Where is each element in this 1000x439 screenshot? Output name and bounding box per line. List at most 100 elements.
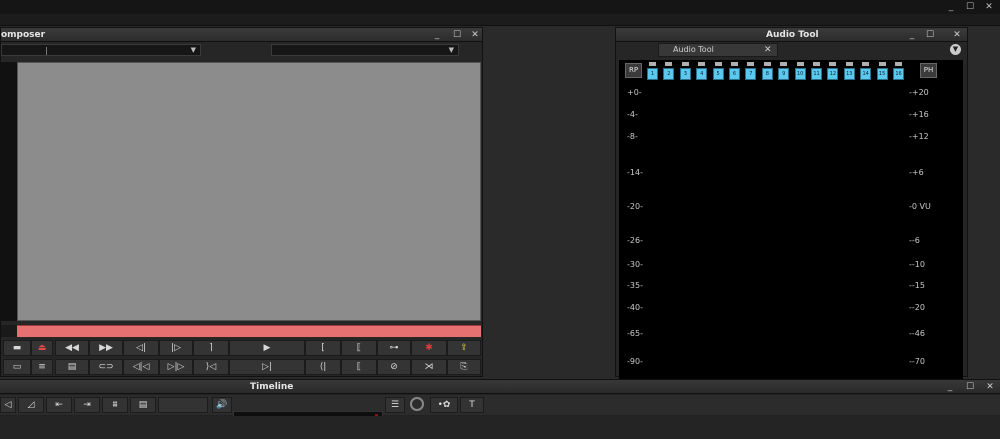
right-scale-label: -+20 bbox=[909, 88, 929, 97]
timeline-panel: Timeline _ ☐ ✕ ◁ ◿ ⇤ ⇥ ⩩ ▤ 🔊 ☰ •✿ T bbox=[0, 379, 1000, 439]
record-dropdown[interactable]: ▼ bbox=[271, 44, 459, 56]
transport-row-2: ▭ ≡ ▤ ⊂⊃ ◁|◁ ▷|▷ ⟩◁ ▷| ⟨| ⟦ ⊘ ⋊ ⎘ bbox=[1, 358, 482, 376]
step-forward-button[interactable]: |▷ bbox=[159, 340, 193, 356]
menu-strip bbox=[0, 14, 1000, 26]
lift-overwrite-icon[interactable]: ◿ bbox=[18, 397, 44, 413]
channel-lock-indicator bbox=[829, 62, 837, 66]
go-to-in-button[interactable]: ⟨| bbox=[305, 359, 341, 375]
timeline-track-area[interactable] bbox=[0, 416, 1000, 439]
list-icon[interactable]: ☰ bbox=[385, 397, 405, 413]
left-scale-label: -30- bbox=[627, 260, 643, 269]
composer-close-button[interactable]: ✕ bbox=[469, 29, 481, 41]
channel-button-2[interactable]: 2 bbox=[663, 68, 675, 80]
timeline-spacer-button[interactable] bbox=[158, 397, 208, 413]
application-window: _ ☐ ✕ omposer _ ☐ ✕ ▼ ▼ ▬ ⏏ ◀◀ ▶▶ ◁| |▷ bbox=[0, 0, 1000, 439]
channel-button-6[interactable]: 6 bbox=[729, 68, 740, 80]
segment-mode-icon[interactable]: ◁ bbox=[0, 397, 16, 413]
viewer-side-strip bbox=[1, 62, 17, 321]
composer-maximize-button[interactable]: ☐ bbox=[451, 29, 463, 41]
copy-button[interactable]: ⎘ bbox=[447, 359, 481, 375]
tab-audio-tool[interactable]: Audio Tool ✕ bbox=[658, 43, 778, 57]
splice-button[interactable]: ⊶ bbox=[377, 340, 411, 356]
channel-lock-indicator bbox=[649, 62, 656, 66]
export-button[interactable]: ⇪ bbox=[447, 340, 481, 356]
play-in-out-button[interactable]: ⟩◁ bbox=[193, 359, 229, 375]
effects-icon[interactable]: •✿ bbox=[430, 397, 458, 413]
right-scale-label: --46 bbox=[909, 329, 925, 338]
fast-forward-button[interactable]: ▶▶ bbox=[89, 340, 123, 356]
channel-button-12[interactable]: 12 bbox=[827, 68, 839, 80]
overwrite-button[interactable]: ⟦ bbox=[341, 359, 377, 375]
channel-button-7[interactable]: 7 bbox=[745, 68, 757, 80]
ph-button[interactable]: PH bbox=[920, 63, 937, 78]
insert-icon[interactable]: ⇥ bbox=[74, 397, 100, 413]
step-back-button[interactable]: ◁| bbox=[123, 340, 159, 356]
rewind-button[interactable]: ◀◀ bbox=[55, 340, 89, 356]
composer-minimize-button[interactable]: _ bbox=[431, 29, 443, 41]
channel-button-4[interactable]: 4 bbox=[696, 68, 708, 80]
play-button[interactable]: ▶ bbox=[229, 340, 305, 356]
match-frame-button[interactable]: ⋊ bbox=[411, 359, 447, 375]
record-circle-icon[interactable] bbox=[410, 397, 424, 411]
mark-button[interactable]: ⏏ bbox=[31, 340, 53, 356]
channel-button-15[interactable]: 15 bbox=[876, 68, 888, 80]
app-close-button[interactable]: ✕ bbox=[982, 1, 996, 13]
speaker-icon[interactable]: 🔊 bbox=[212, 397, 232, 413]
menu-button[interactable]: ≡ bbox=[31, 359, 53, 375]
sync-button[interactable]: ▤ bbox=[55, 359, 89, 375]
rp-button[interactable]: RP bbox=[625, 63, 642, 78]
channel-lock-indicator bbox=[731, 62, 738, 66]
channel-button-5[interactable]: 5 bbox=[712, 68, 724, 80]
channel-button-11[interactable]: 11 bbox=[811, 68, 822, 80]
mark-in-button[interactable]: [ bbox=[305, 340, 341, 356]
left-meter-scale: +0- -4- -8- -14- -20- -26- -30- -35- -40- -65- -90… bbox=[627, 88, 657, 398]
safe-button[interactable]: ▭ bbox=[3, 359, 31, 375]
left-scale-label: -90- bbox=[627, 357, 643, 366]
channel-button-16[interactable]: 16 bbox=[893, 68, 904, 80]
position-bar[interactable] bbox=[17, 325, 481, 337]
app-maximize-button[interactable]: ☐ bbox=[963, 1, 977, 13]
channel-button-3[interactable]: 3 bbox=[679, 68, 691, 80]
timeline-maximize-button[interactable]: ☐ bbox=[964, 381, 976, 393]
timeline-title-bar: Timeline _ ☐ ✕ bbox=[0, 380, 1000, 394]
track-list-icon[interactable]: ▤ bbox=[130, 397, 156, 413]
audio-tool-maximize-button[interactable]: ☐ bbox=[924, 29, 936, 41]
chevron-down-icon[interactable]: ▼ bbox=[950, 44, 961, 55]
clear-marks-button[interactable]: ⊘ bbox=[377, 359, 411, 375]
mark-clip-button[interactable]: ⟦ bbox=[341, 340, 377, 356]
app-minimize-button[interactable]: _ bbox=[944, 1, 958, 13]
channel-button-9[interactable]: 9 bbox=[778, 68, 790, 80]
trim-back-button[interactable]: ◁|◁ bbox=[123, 359, 159, 375]
lift-button[interactable]: ✱ bbox=[411, 340, 447, 356]
right-meter-scale: -+20 -+16 -+12 -+6 -0 VU --6 --10 --15 --20 --46 -… bbox=[909, 88, 961, 398]
right-scale-label: --6 bbox=[909, 236, 920, 245]
timeline-close-button[interactable]: ✕ bbox=[984, 381, 996, 393]
mark-out-button[interactable]: ⌉ bbox=[193, 340, 229, 356]
tab-label: Audio Tool bbox=[673, 45, 714, 54]
right-scale-label: -+6 bbox=[909, 168, 924, 177]
right-scale-label: -+12 bbox=[909, 132, 929, 141]
timeline-minimize-button[interactable]: _ bbox=[944, 381, 956, 393]
channel-lock-indicator bbox=[763, 62, 771, 66]
audio-tool-minimize-button[interactable]: _ bbox=[906, 29, 918, 41]
channel-lock-indicator bbox=[780, 62, 788, 66]
source-dropdown[interactable]: ▼ bbox=[1, 44, 201, 56]
link-button[interactable]: ⊂⊃ bbox=[89, 359, 123, 375]
channel-button-1[interactable]: 1 bbox=[647, 68, 658, 80]
left-scale-label: -4- bbox=[627, 110, 638, 119]
trim-forward-button[interactable]: ▷|▷ bbox=[159, 359, 193, 375]
audio-tool-close-button[interactable]: ✕ bbox=[951, 29, 963, 41]
channel-button-10[interactable]: 10 bbox=[794, 68, 806, 80]
left-scale-label: -20- bbox=[627, 202, 643, 211]
tab-close-icon[interactable]: ✕ bbox=[764, 44, 772, 56]
text-tool-icon[interactable]: T bbox=[460, 397, 484, 413]
trim-icon[interactable]: ⩩ bbox=[102, 397, 128, 413]
app-top-bar: _ ☐ ✕ bbox=[0, 0, 1000, 14]
extract-splice-icon[interactable]: ⇤ bbox=[46, 397, 72, 413]
play-to-out-button[interactable]: ▷| bbox=[229, 359, 305, 375]
channel-button-14[interactable]: 14 bbox=[860, 68, 872, 80]
toggle-view-button[interactable]: ▬ bbox=[3, 340, 31, 356]
composer-viewer[interactable] bbox=[17, 62, 481, 321]
channel-button-13[interactable]: 13 bbox=[843, 68, 855, 80]
channel-button-8[interactable]: 8 bbox=[761, 68, 773, 80]
